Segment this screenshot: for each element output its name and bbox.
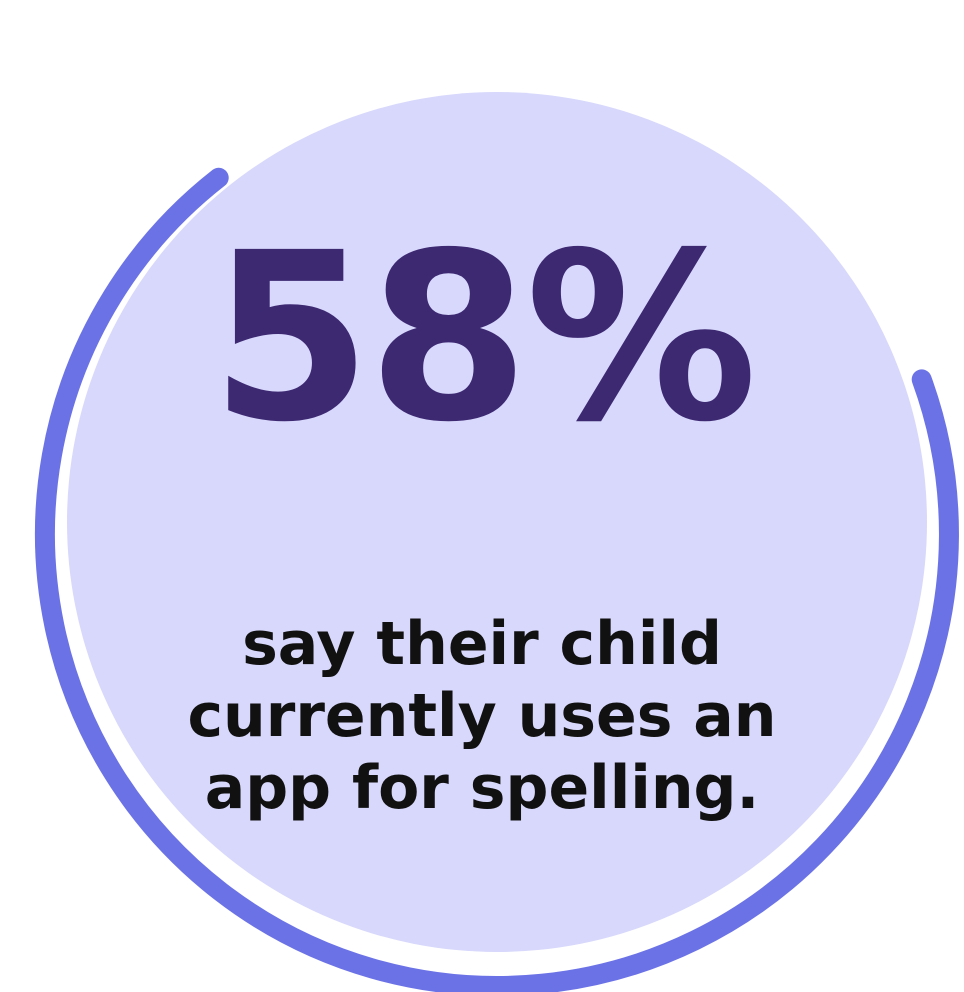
stat-caption-line: currently uses an (187, 681, 777, 751)
stat-percentage: 58% (210, 203, 757, 473)
stat-circle-graphic (34, 92, 959, 992)
stat-caption-line: say their child (242, 609, 722, 679)
stat-caption-line: app for spelling. (204, 753, 760, 823)
stat-caption: say their child currently uses an app fo… (0, 608, 964, 824)
